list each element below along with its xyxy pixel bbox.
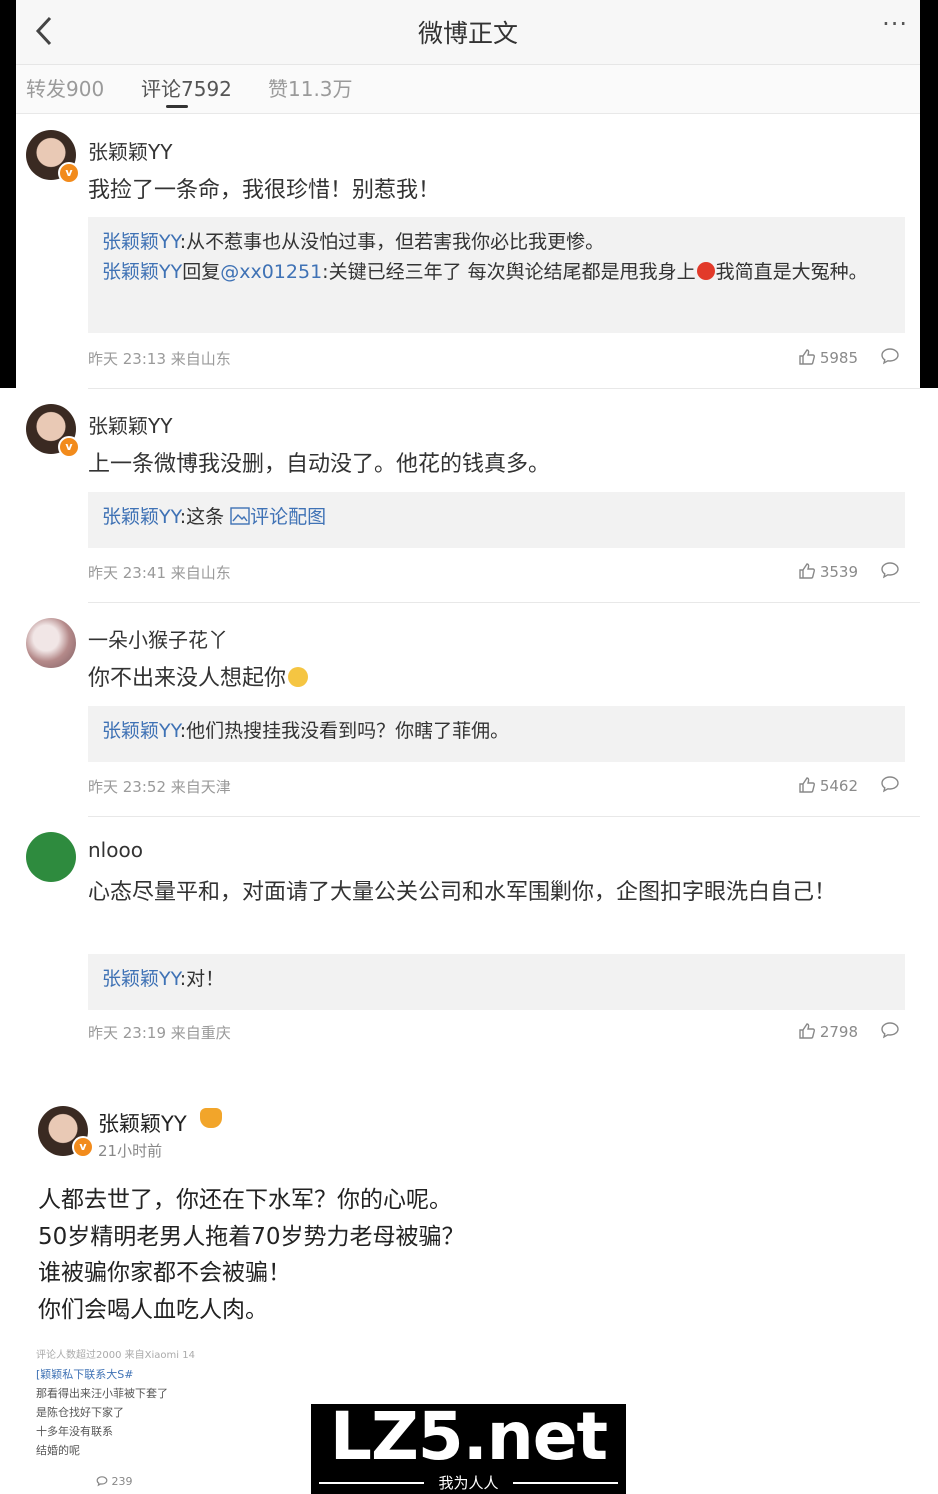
snippet-meta: 评论人数超过2000 来自Xiaomi 14: [36, 1350, 195, 1361]
top-navigation-bar: 微博正文 ···: [16, 0, 920, 65]
comment-item: v 张颖颖YY 我捡了一条命，我很珍惜！别惹我！ 张颖颖YY:从不惹事也从没怕过…: [16, 116, 920, 388]
reply-preview-box[interactable]: 张颖颖YY:他们热搜挂我没看到吗？你瞎了菲佣。: [88, 706, 905, 762]
verified-badge-icon: v: [72, 1136, 94, 1158]
dark-frame-right: [920, 0, 938, 388]
user-avatar[interactable]: [26, 832, 76, 882]
verified-badge-icon: v: [58, 436, 80, 458]
divider: [88, 602, 920, 603]
like-count: 2798: [819, 1023, 858, 1041]
comment-bubble-icon[interactable]: [880, 1020, 900, 1044]
like-button[interactable]: 3539: [798, 562, 858, 581]
reply-username[interactable]: 张颖颖YY: [102, 261, 182, 283]
reply-username[interactable]: 张颖颖YY: [102, 720, 180, 742]
mention-link[interactable]: @xx01251: [220, 261, 322, 283]
comment-bubble-icon[interactable]: [880, 560, 900, 584]
post-body: 人都去世了，你还在下水军？你的心呢。 50岁精明老男人拖着70岁势力老母被骗？ …: [38, 1182, 598, 1328]
comment-meta: 昨天 23:13 来自山东: [88, 350, 231, 368]
divider: [88, 816, 920, 817]
thumbs-up-icon: [799, 1023, 815, 1039]
reply-text: :对！: [179, 968, 225, 990]
like-button[interactable]: 2798: [798, 1022, 858, 1041]
reply-preview-box[interactable]: 张颖颖YY:从不惹事也从没怕过事，但若害我你必比我更惨。 张颖颖YY回复@xx0…: [88, 217, 905, 333]
comment-meta: 昨天 23:41 来自山东: [88, 564, 231, 582]
reply-text-cont: 我简直是大冤种。: [715, 261, 868, 283]
tab-likes[interactable]: 赞11.3万: [268, 73, 353, 102]
tab-bar: 转发900 评论7592 赞11.3万: [16, 65, 920, 114]
verified-badge-icon: v: [58, 162, 80, 184]
comment-meta: 昨天 23:52 来自天津: [88, 778, 231, 796]
comment-meta: 昨天 23:19 来自重庆: [88, 1024, 231, 1042]
reply-text: :关键已经三年了 每次舆论结尾都是甩我身上: [322, 261, 696, 283]
more-options-icon[interactable]: ···: [882, 10, 908, 38]
image-link[interactable]: 评论配图: [230, 506, 326, 528]
vip-crown-icon: [200, 1108, 222, 1128]
snippet-line: 结婚的呢: [36, 1444, 80, 1457]
tab-comments[interactable]: 评论7592: [141, 73, 232, 102]
tab-reposts[interactable]: 转发900: [26, 73, 104, 102]
thumbs-up-icon: [799, 777, 815, 793]
comment-bubble-icon[interactable]: [880, 346, 900, 370]
comment-bubble-icon: [96, 1476, 108, 1487]
post-line: 谁被骗你家都不会被骗！: [38, 1260, 291, 1286]
comment-text: 心态尽量平和，对面请了大量公关公司和水军围剿你，企图扣字眼洗白自己！: [88, 880, 837, 905]
reply-line: 张颖颖YY回复@xx01251:关键已经三年了 每次舆论结尾都是甩我身上 我简直是…: [102, 257, 891, 287]
reply-username[interactable]: 张颖颖YY: [102, 506, 180, 528]
comment-text: 上一条微博我没删，自动没了。他花的钱真多。: [88, 452, 551, 477]
reply-username[interactable]: 张颖颖YY: [102, 231, 180, 253]
reply-line: 张颖颖YY:从不惹事也从没怕过事，但若害我你必比我更惨。: [102, 227, 891, 257]
comment-username[interactable]: nlooo: [88, 838, 143, 862]
reply-text: :这条: [179, 506, 231, 528]
comment-item: v 张颖颖YY 上一条微博我没删，自动没了。他花的钱真多。 张颖颖YY:这条 评…: [16, 388, 920, 602]
user-avatar[interactable]: [26, 618, 76, 668]
like-button[interactable]: 5985: [798, 348, 858, 367]
comment-username[interactable]: 一朵小猴子花丫: [88, 624, 228, 653]
post-time: 21小时前: [98, 1142, 163, 1160]
reply-text: :从不惹事也从没怕过事，但若害我你必比我更惨。: [179, 231, 605, 253]
reply-preview-box[interactable]: 张颖颖YY:这条 评论配图: [88, 492, 905, 548]
post-line: 人都去世了，你还在下水军？你的心呢。: [38, 1187, 452, 1213]
comment-text: 你不出来没人想起你: [88, 662, 888, 696]
reply-text: :他们热搜挂我没看到吗？你瞎了菲佣。: [179, 720, 510, 742]
reply-preview-box[interactable]: 张颖颖YY:对！: [88, 954, 905, 1010]
snippet-line: 那看得出来汪小菲被下套了: [36, 1387, 168, 1400]
site-watermark: LZ5.net 我为人人: [311, 1398, 626, 1494]
watermark-logo-text: LZ5.net: [329, 1398, 608, 1475]
post-line: 50岁精明老男人拖着70岁势力老母被骗？: [38, 1223, 465, 1250]
reply-username[interactable]: 张颖颖YY: [102, 968, 180, 990]
page-title: 微博正文: [417, 19, 518, 48]
watermark-rule-right: [513, 1482, 618, 1484]
comment-username[interactable]: 张颖颖YY: [88, 136, 172, 165]
comment-item: nlooo 心态尽量平和，对面请了大量公关公司和水军围剿你，企图扣字眼洗白自己！…: [16, 816, 920, 1066]
like-count: 5462: [819, 777, 858, 795]
post-line: 你们会喝人血吃人肉。: [38, 1296, 268, 1323]
reply-label: 回复: [182, 261, 221, 283]
snippet-line: 十多年没有联系: [36, 1425, 113, 1438]
like-count: 5985: [819, 349, 858, 367]
divider: [88, 388, 920, 389]
thumbs-up-icon: [799, 563, 815, 579]
laughing-emoji-icon: [288, 667, 309, 687]
like-count: 3539: [819, 563, 858, 581]
comment-bubble-icon[interactable]: [880, 774, 900, 798]
angry-face-icon: [696, 262, 715, 280]
comment-item: 一朵小猴子花丫 你不出来没人想起你 张颖颖YY:他们热搜挂我没看到吗？你瞎了菲佣…: [16, 602, 920, 816]
active-tab-indicator: [166, 105, 188, 108]
post-username[interactable]: 张颖颖YY: [98, 1108, 187, 1138]
like-button[interactable]: 5462: [798, 776, 858, 795]
snippet-comment-count: 239: [96, 1472, 206, 1491]
picture-icon: [230, 507, 250, 525]
snippet-line: 是陈仓找好下家了: [36, 1406, 124, 1419]
snippet-topic-link[interactable]: [颖颖私下联系大S#: [36, 1365, 206, 1384]
faded-comment-snippet: 评论人数超过2000 来自Xiaomi 14 [颖颖私下联系大S# 那看得出来汪…: [36, 1346, 206, 1491]
weibo-post: v 张颖颖YY 21小时前 人都去世了，你还在下水军？你的心呢。 50岁精明老男…: [28, 1096, 588, 1346]
thumbs-up-icon: [799, 349, 815, 365]
comment-username[interactable]: 张颖颖YY: [88, 410, 172, 439]
comment-text: 我捡了一条命，我很珍惜！别惹我！: [88, 178, 441, 203]
dark-frame-left: [0, 0, 16, 388]
